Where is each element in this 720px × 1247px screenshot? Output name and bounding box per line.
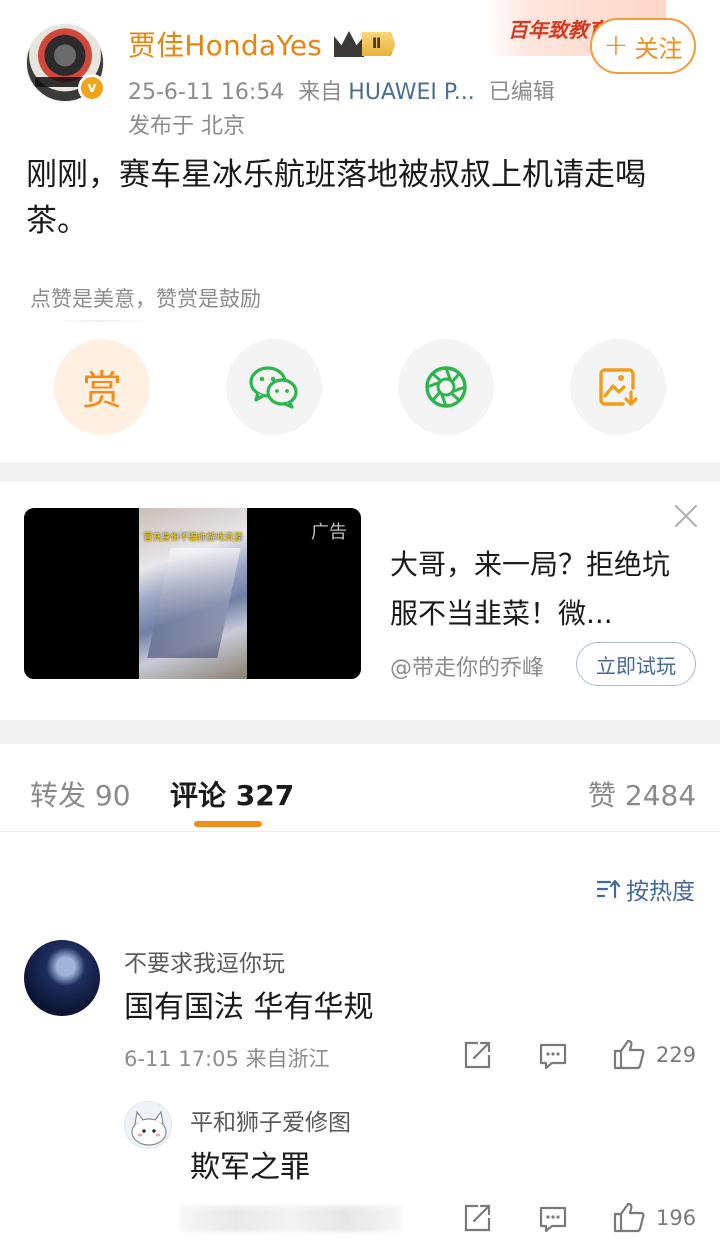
edited-label[interactable]: 已编辑 xyxy=(489,80,555,105)
vip-badge-icon[interactable]: Ⅱ xyxy=(334,30,396,58)
share-wechat-button[interactable] xyxy=(226,339,322,435)
source-prefix: 来自 xyxy=(298,80,343,105)
reward-hint: 点赞是美意，赞赏是鼓励 xyxy=(30,287,261,311)
verified-badge-icon: v xyxy=(78,74,106,102)
ad-source[interactable]: @带走你的乔峰 xyxy=(390,650,544,682)
post-source-device[interactable]: HUAWEI P... xyxy=(348,80,474,105)
sort-icon xyxy=(596,879,621,899)
like-count: 229 xyxy=(656,1043,697,1067)
follow-label: 关注 xyxy=(634,34,683,63)
image-download-icon xyxy=(599,368,638,406)
tab-likes[interactable]: 赞 2484 xyxy=(588,774,696,814)
section-separator xyxy=(0,720,720,744)
repost-icon[interactable] xyxy=(462,1203,492,1233)
comment-icon[interactable] xyxy=(538,1041,568,1071)
post-location: 发布于 北京 xyxy=(128,114,245,139)
sort-toggle[interactable]: 按热度 xyxy=(596,872,695,906)
author-avatar[interactable]: v xyxy=(26,24,106,102)
save-image-button[interactable] xyxy=(570,339,666,435)
weibo-post: v 贾佳HondaYes Ⅱ 25-6-11 16:54 来自 HUAWEI P..… xyxy=(0,0,720,462)
comment-author[interactable]: 平和狮子爱修图 xyxy=(190,1103,351,1137)
ad-tag: 广告 xyxy=(311,522,347,543)
post-timestamp: 25-6-11 16:54 xyxy=(128,80,285,105)
comment-text: 欺军之罪 xyxy=(190,1150,310,1185)
wechat-icon xyxy=(249,366,298,409)
crown-icon xyxy=(334,31,364,57)
moments-icon xyxy=(425,366,467,408)
close-icon[interactable] xyxy=(674,504,698,528)
tab-comments[interactable]: 评论 327 xyxy=(170,774,294,814)
active-tab-indicator xyxy=(194,821,262,827)
reward-icon: 赏 xyxy=(82,368,122,414)
divider xyxy=(54,320,150,322)
like-icon[interactable] xyxy=(612,1038,646,1070)
tab-repost[interactable]: 转发 90 xyxy=(30,774,131,814)
post-tabs: 转发 90 评论 327 赞 2484 xyxy=(0,744,720,832)
ad-video-caption: 冒充身份不骗你游戏资源 xyxy=(143,533,243,543)
like-count: 196 xyxy=(656,1206,697,1230)
ad-cta-button[interactable]: 立即试玩 xyxy=(576,642,696,686)
follow-button[interactable]: + 关注 xyxy=(590,18,696,74)
chiikawa-avatar-icon xyxy=(131,1110,167,1146)
vip-level-label: Ⅱ xyxy=(362,32,396,56)
reward-button[interactable]: 赏 xyxy=(54,339,150,435)
ad-video-frame: 冒充身份不骗你游戏资源 xyxy=(139,508,247,679)
plus-icon: + xyxy=(603,28,629,63)
comment-author[interactable]: 不要求我逗你玩 xyxy=(124,944,285,978)
comment-avatar[interactable] xyxy=(124,1101,172,1149)
repost-icon[interactable] xyxy=(462,1040,492,1070)
section-separator xyxy=(0,462,720,482)
comment-meta: 6-11 17:05 来自浙江 xyxy=(124,1047,330,1071)
blurred-comment-meta xyxy=(180,1206,402,1232)
comment-text: 国有国法 华有华规 xyxy=(124,990,374,1025)
like-icon[interactable] xyxy=(612,1201,646,1233)
share-moments-button[interactable] xyxy=(398,339,494,435)
comment-icon[interactable] xyxy=(538,1204,568,1234)
sort-label: 按热度 xyxy=(626,879,695,905)
post-meta: 25-6-11 16:54 来自 HUAWEI P... 已编辑 xyxy=(128,74,569,106)
ad-title[interactable]: 大哥，来一局？拒绝坑服不当韭菜！微... xyxy=(390,540,680,638)
post-content: 刚刚，赛车星冰乐航班落地被叔叔上机请走喝茶。 xyxy=(26,157,646,239)
ad-video-thumbnail[interactable]: 冒充身份不骗你游戏资源 广告 xyxy=(24,508,361,679)
author-name[interactable]: 贾佳HondaYes xyxy=(128,24,322,64)
comment-avatar[interactable] xyxy=(24,940,100,1016)
